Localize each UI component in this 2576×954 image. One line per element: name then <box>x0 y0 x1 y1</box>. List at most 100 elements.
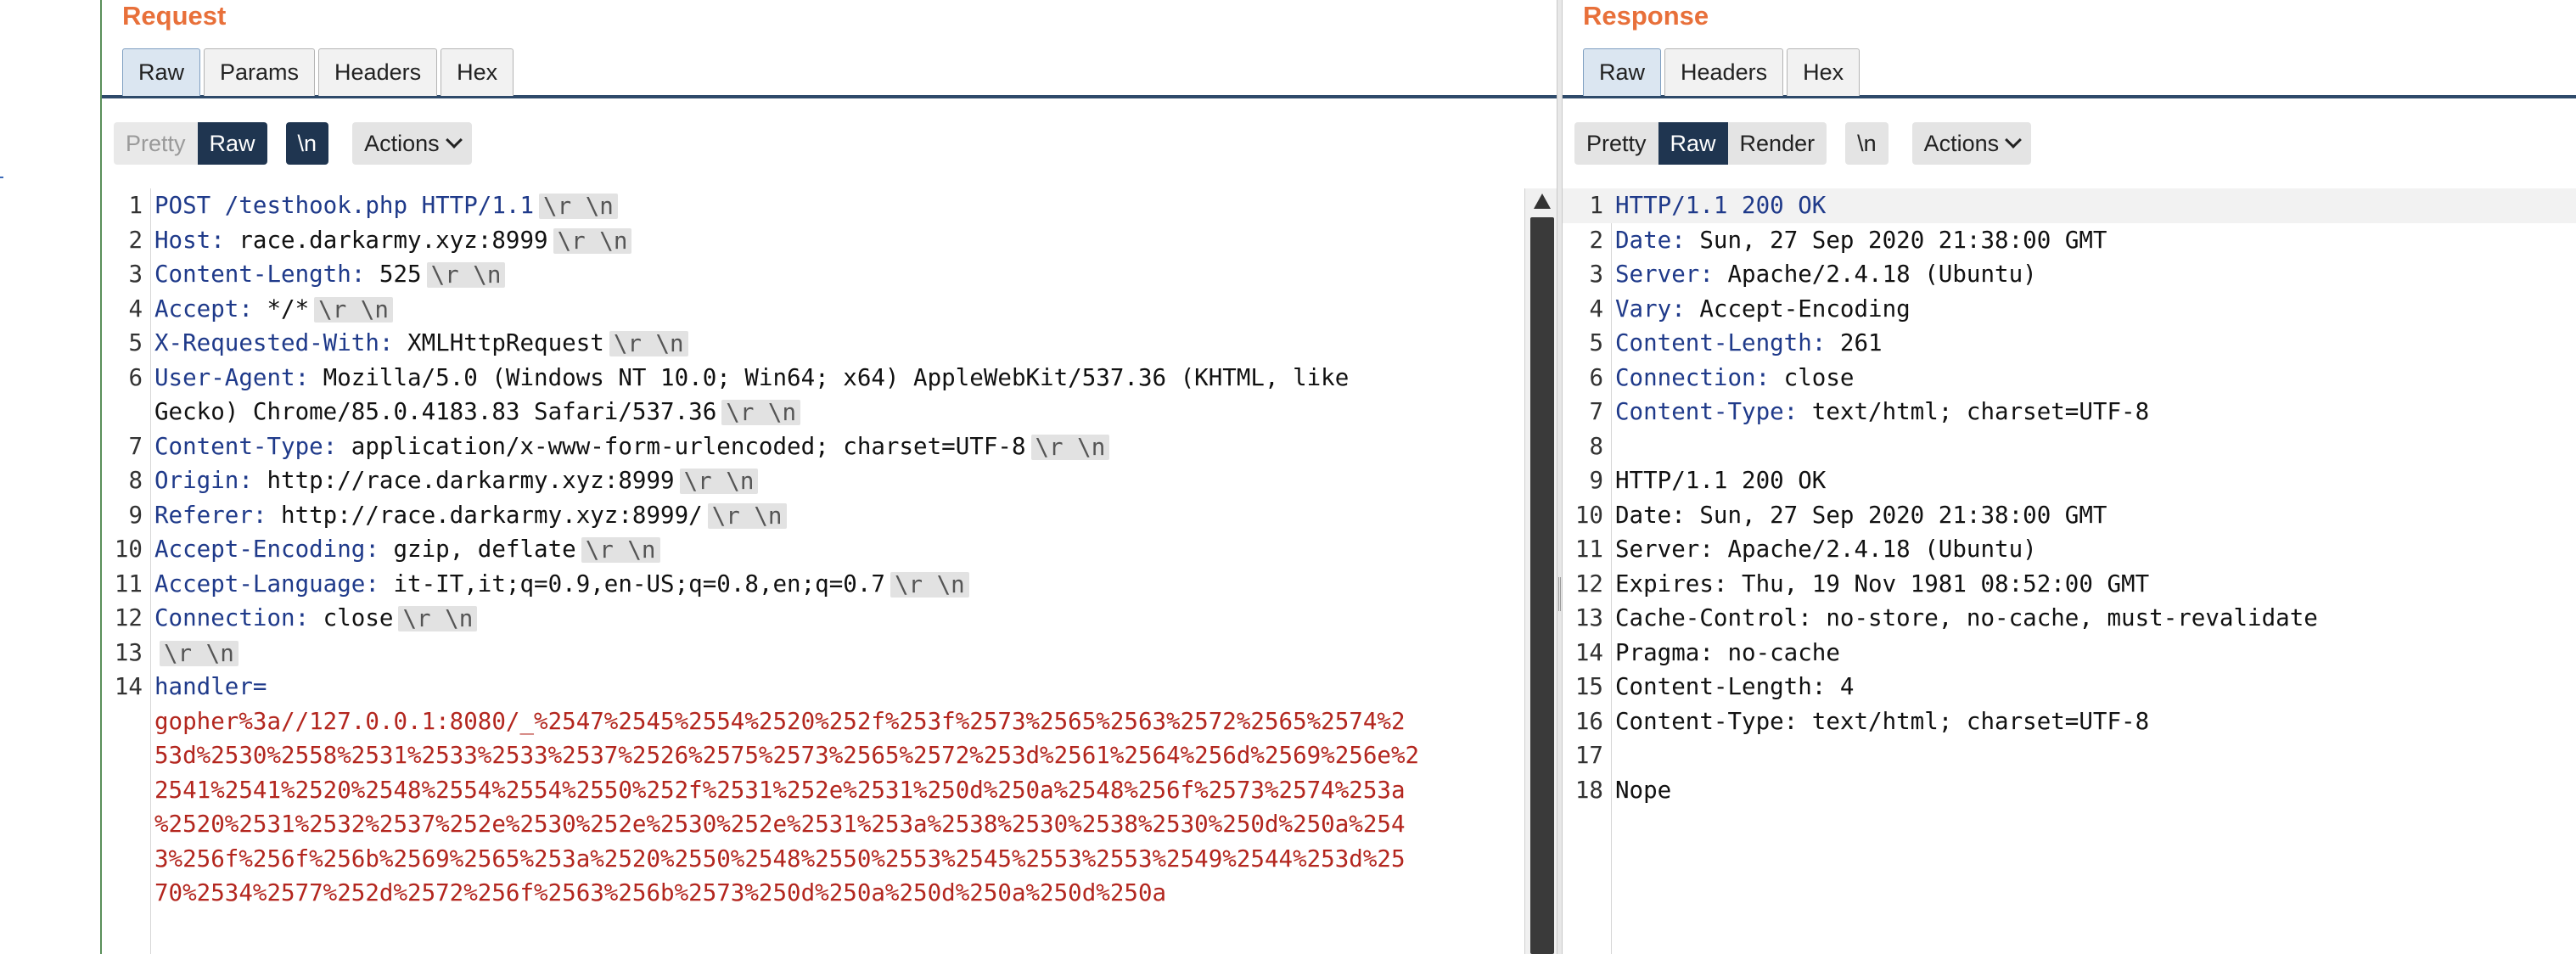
code-line: 11 Accept-Language: it-IT,it;q=0.9,en-US;… <box>102 567 1524 602</box>
line-number: 7 <box>1589 398 1603 425</box>
line-number: 8 <box>128 467 143 494</box>
request-actions-dropdown[interactable]: Actions <box>352 122 472 165</box>
crlf-marker: \r \n <box>426 262 506 288</box>
response-actions-label: Actions <box>1923 131 2000 156</box>
code-line: gopher%3a//127.0.0.1:8080/_%2547%2545%25… <box>102 704 1524 739</box>
line-number: 13 <box>114 638 143 666</box>
crlf-marker: \r \n <box>707 502 787 529</box>
response-view-toggle: Pretty Raw Render <box>1574 122 1827 165</box>
request-scroll-thumb[interactable] <box>1530 217 1554 954</box>
response-tabs: Raw Headers Hex <box>1583 48 1863 96</box>
response-render-button[interactable]: Render <box>1727 122 1827 165</box>
line-content: Expires: Thu, 19 Nov 1981 08:52:00 GMT <box>1615 567 2149 602</box>
crlf-marker: \r \n <box>553 227 632 254</box>
code-line: 11 Server: Apache/2.4.18 (Ubuntu) <box>1563 532 2576 567</box>
request-view-toggle: Pretty Raw <box>114 122 267 165</box>
code-line: 18 Nope <box>1563 773 2576 808</box>
request-pretty-button[interactable]: Pretty <box>114 122 198 165</box>
line-number: 12 <box>114 604 143 631</box>
code-line: 14 handler= <box>102 670 1524 704</box>
header-name: Connection: <box>154 604 310 631</box>
line-content: Content-Length: 4 <box>1615 670 1854 704</box>
line-number: 18 <box>1574 776 1603 804</box>
code-line: 1 HTTP/1.1 200 OK <box>1563 188 2576 223</box>
response-newline-toggle[interactable]: \n <box>1845 122 1889 165</box>
line-number: 11 <box>1574 536 1603 563</box>
header-value: Apache/2.4.18 (Ubuntu) <box>1713 261 2037 288</box>
crlf-marker: \r \n <box>679 469 759 494</box>
line-content: 3%256f%256f%256b%2569%2565%253a%2520%255… <box>154 842 1406 877</box>
header-name: Accept: <box>154 295 253 323</box>
line-content: User-Agent: Mozilla/5.0 (Windows NT 10.0… <box>154 361 1349 396</box>
line-content: HTTP/1.1 200 OK <box>1615 188 1826 223</box>
code-line: 2 Host: race.darkarmy.xyz:8999 \r \n <box>102 223 1524 258</box>
request-tab-hex[interactable]: Hex <box>441 48 514 96</box>
request-editor[interactable]: 1 POST /testhook.php HTTP/1.1 \r \n 2 Host: … <box>102 188 1524 954</box>
response-raw-button[interactable]: Raw <box>1658 122 1728 165</box>
header-value: text/html; charset=UTF-8 <box>1798 398 2150 425</box>
header-value: 261 <box>1826 329 1883 356</box>
header-value: Cache-Control: no-store, no-cache, must-… <box>1615 604 2318 631</box>
scroll-up-arrow-icon[interactable] <box>1534 194 1551 209</box>
header-value: it-IT,it;q=0.9,en-US;q=0.8,en;q=0.7 <box>379 570 885 598</box>
request-tab-raw[interactable]: Raw <box>122 48 201 96</box>
line-number: 12 <box>1574 570 1603 598</box>
response-actions-dropdown[interactable]: Actions <box>1911 122 2032 165</box>
header-value: Server: Apache/2.4.18 (Ubuntu) <box>1615 536 2037 563</box>
line-content: X-Requested-With: XMLHttpRequest \r \n <box>154 326 688 361</box>
line-content: \r \n <box>154 636 239 671</box>
line-number: 3 <box>1589 261 1603 288</box>
request-tab-headers[interactable]: Headers <box>318 48 438 96</box>
response-tab-headers[interactable]: Headers <box>1664 48 1784 96</box>
code-line: 12 Expires: Thu, 19 Nov 1981 08:52:00 GMT <box>1563 567 2576 602</box>
line-content: Content-Length: 525 \r \n <box>154 257 506 292</box>
crlf-marker: \r \n <box>398 606 478 631</box>
line-number: 6 <box>1589 363 1603 391</box>
request-raw-button[interactable]: Raw <box>197 122 267 165</box>
header-name: Host: <box>154 226 225 254</box>
header-value: 525 <box>365 261 422 288</box>
line-content: Date: Sun, 27 Sep 2020 21:38:00 GMT <box>1615 498 2107 533</box>
line-content: HTTP/1.1 200 OK <box>1615 463 1826 498</box>
line-content: Accept: */* \r \n <box>154 292 393 327</box>
header-name: handler= <box>154 673 267 700</box>
code-line: 8 Origin: http://race.darkarmy.xyz:8999 \r… <box>102 463 1524 498</box>
line-content: Content-Type: text/html; charset=UTF-8 <box>1615 395 2149 429</box>
header-value: HTTP/1.1 200 OK <box>1615 467 1827 494</box>
header-value: Expires: Thu, 19 Nov 1981 08:52:00 GMT <box>1615 570 2150 598</box>
request-tab-params[interactable]: Params <box>204 48 316 96</box>
request-newline-toggle[interactable]: \n <box>285 122 329 165</box>
line-number: 5 <box>128 329 143 356</box>
code-line: 9 Referer: http://race.darkarmy.xyz:8999/… <box>102 498 1524 533</box>
code-line: 2541%2541%2520%2548%2554%2554%2550%252f%… <box>102 773 1524 808</box>
code-line: 9 HTTP/1.1 200 OK <box>1563 463 2576 498</box>
line-content: 70%2534%2577%252d%2572%256f%2563%256b%25… <box>154 876 1166 911</box>
request-toolbar: Pretty Raw \n Actions <box>114 122 472 165</box>
code-line: 1 POST /testhook.php HTTP/1.1 \r \n <box>102 188 1524 223</box>
pane-splitter[interactable] <box>1557 0 1563 954</box>
header-value: Pragma: no-cache <box>1615 638 1840 666</box>
request-actions-label: Actions <box>364 131 440 156</box>
crlf-marker: \r \n <box>160 640 239 666</box>
line-content: Origin: http://race.darkarmy.xyz:8999 \r … <box>154 463 759 498</box>
code-line: %2520%2531%2532%2537%252e%2530%252e%2530… <box>102 807 1524 842</box>
response-tab-hex[interactable]: Hex <box>1787 48 1860 96</box>
line-number: 15 <box>1574 673 1603 700</box>
line-number: 10 <box>1574 501 1603 529</box>
line-number: 11 <box>114 570 143 598</box>
line-content: Accept-Encoding: gzip, deflate \r \n <box>154 532 660 567</box>
line-content: %2520%2531%2532%2537%252e%2530%252e%2530… <box>154 807 1406 842</box>
code-line: 8 <box>1563 429 2576 464</box>
code-line: 5 X-Requested-With: XMLHttpRequest \r \n <box>102 326 1524 361</box>
request-pane: Request Raw Params Headers Hex Pretty Ra… <box>102 0 1558 954</box>
response-editor[interactable]: 1 HTTP/1.1 200 OK 2 Date: Sun, 27 Sep 2020 … <box>1563 188 2576 954</box>
header-value: application/x-www-form-urlencoded; chars… <box>337 432 1026 460</box>
line-content: Vary: Accept-Encoding <box>1615 292 1911 327</box>
response-pretty-button[interactable]: Pretty <box>1574 122 1658 165</box>
header-value: gzip, deflate <box>379 536 576 563</box>
splitter-grip-icon[interactable] <box>1558 577 1561 611</box>
line-number: 1 <box>128 192 143 219</box>
code-line: 3%256f%256f%256b%2569%2565%253a%2520%255… <box>102 842 1524 877</box>
request-scrollbar[interactable] <box>1524 188 1558 954</box>
response-tab-raw[interactable]: Raw <box>1583 48 1662 96</box>
